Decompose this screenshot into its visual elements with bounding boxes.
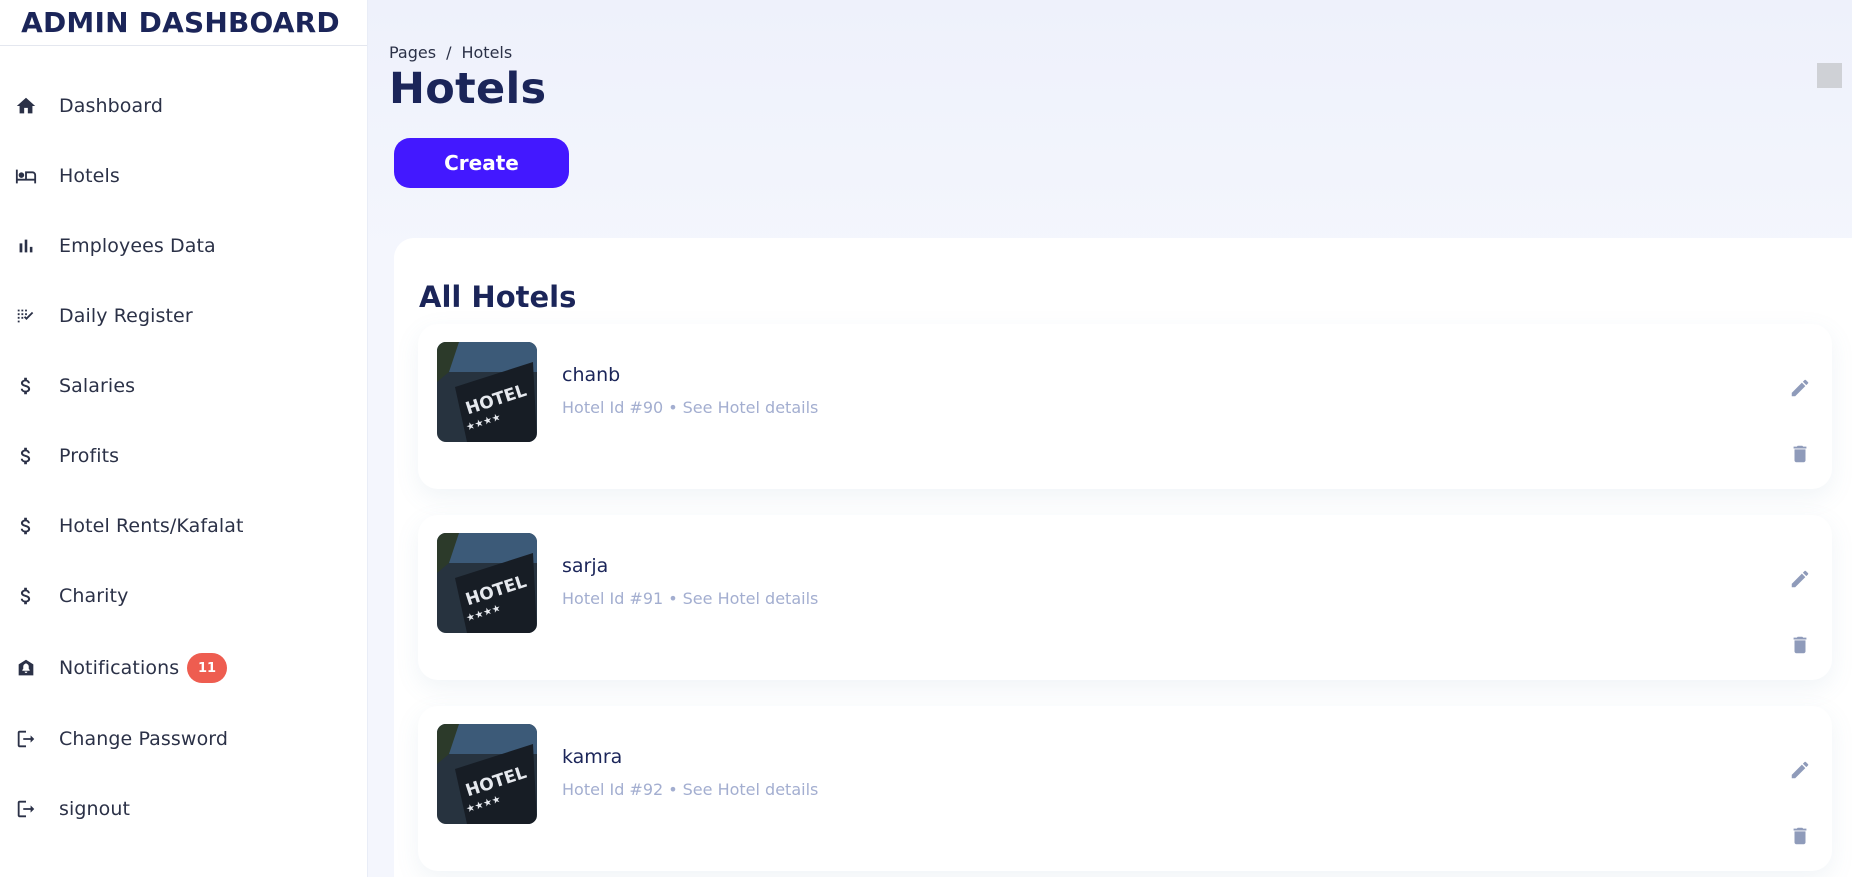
trash-icon — [1793, 636, 1807, 654]
bar-chart-icon — [14, 234, 38, 258]
home-icon — [14, 94, 38, 118]
hotel-id: Hotel Id #90 — [562, 398, 664, 417]
sidebar: ADMIN DASHBOARD Dashboard Hotels Employe… — [0, 0, 368, 877]
hotel-image: HOTEL ★★★★ — [437, 533, 537, 633]
see-hotel-details-link[interactable]: See Hotel details — [683, 398, 819, 417]
create-button[interactable]: Create — [394, 138, 569, 188]
sidebar-item-daily-register[interactable]: Daily Register — [0, 290, 368, 342]
trash-icon — [1793, 445, 1807, 463]
breadcrumb-pages-link[interactable]: Pages — [389, 43, 436, 62]
sidebar-item-signout[interactable]: signout — [0, 783, 368, 835]
breadcrumb: Pages / Hotels — [389, 43, 512, 62]
sidebar-item-change-password[interactable]: Change Password — [0, 713, 368, 765]
meta-separator: • — [668, 589, 678, 608]
hotel-id: Hotel Id #91 — [562, 589, 664, 608]
all-hotels-panel: All Hotels HOTEL ★★★★ chanb Hotel Id #90 — [394, 238, 1852, 877]
delete-button[interactable] — [1786, 440, 1814, 468]
dollar-icon — [14, 584, 38, 608]
meta-separator: • — [668, 780, 678, 799]
sidebar-item-label: Profits — [59, 445, 120, 467]
breadcrumb-current: Hotels — [461, 43, 513, 62]
sidebar-item-label: Change Password — [59, 728, 229, 750]
sidebar-item-hotel-rents[interactable]: Hotel Rents/Kafalat — [0, 500, 368, 552]
page-title: Hotels — [389, 64, 547, 114]
logout-icon — [14, 727, 38, 751]
hotel-meta: Hotel Id #91 • See Hotel details — [562, 589, 818, 608]
hotel-id: Hotel Id #92 — [562, 780, 664, 799]
pencil-icon — [1791, 761, 1809, 779]
notification-count-badge: 11 — [187, 653, 227, 683]
edit-button[interactable] — [1786, 565, 1814, 593]
hotel-meta: Hotel Id #90 • See Hotel details — [562, 398, 818, 417]
sidebar-item-label: Hotel Rents/Kafalat — [59, 515, 244, 537]
sidebar-item-label: Employees Data — [59, 235, 216, 257]
hotel-meta: Hotel Id #92 • See Hotel details — [562, 780, 818, 799]
trash-icon — [1793, 827, 1807, 845]
sidebar-item-label: signout — [59, 798, 131, 820]
checklist-icon — [14, 304, 38, 328]
sidebar-item-employees-data[interactable]: Employees Data — [0, 220, 368, 272]
bed-icon — [14, 164, 38, 188]
delete-button[interactable] — [1786, 631, 1814, 659]
sidebar-item-dashboard[interactable]: Dashboard — [0, 80, 368, 132]
hotel-image: HOTEL ★★★★ — [437, 724, 537, 824]
app-root: ADMIN DASHBOARD Dashboard Hotels Employe… — [0, 0, 1852, 877]
hotel-image: HOTEL ★★★★ — [437, 342, 537, 442]
hotel-name: kamra — [562, 746, 623, 768]
panel-title: All Hotels — [419, 280, 577, 314]
avatar[interactable] — [1817, 63, 1842, 88]
bell-icon — [14, 656, 38, 680]
see-hotel-details-link[interactable]: See Hotel details — [683, 780, 819, 799]
brand-title: ADMIN DASHBOARD — [0, 0, 367, 46]
pencil-icon — [1791, 379, 1809, 397]
meta-separator: • — [668, 398, 678, 417]
edit-button[interactable] — [1786, 374, 1814, 402]
sidebar-item-charity[interactable]: Charity — [0, 570, 368, 622]
dollar-icon — [14, 444, 38, 468]
sidebar-item-label: Dashboard — [59, 95, 163, 117]
hotel-card: HOTEL ★★★★ chanb Hotel Id #90 • See Hote… — [418, 324, 1832, 489]
pencil-icon — [1791, 570, 1809, 588]
main-content: Pages / Hotels Hotels Create All Hotels … — [368, 0, 1852, 877]
breadcrumb-separator: / — [446, 43, 452, 62]
edit-button[interactable] — [1786, 756, 1814, 784]
sidebar-item-label: Notifications — [59, 657, 180, 679]
hotel-card: HOTEL ★★★★ sarja Hotel Id #91 • See Hote… — [418, 515, 1832, 680]
sidebar-item-salaries[interactable]: Salaries — [0, 360, 368, 412]
sidebar-item-profits[interactable]: Profits — [0, 430, 368, 482]
sidebar-item-notifications[interactable]: Notifications 11 — [0, 642, 368, 694]
sidebar-item-label: Salaries — [59, 375, 136, 397]
hotel-name: sarja — [562, 555, 609, 577]
delete-button[interactable] — [1786, 822, 1814, 850]
sidebar-item-label: Hotels — [59, 165, 120, 187]
hotel-card: HOTEL ★★★★ kamra Hotel Id #92 • See Hote… — [418, 706, 1832, 871]
sidebar-item-hotels[interactable]: Hotels — [0, 150, 368, 202]
sidebar-item-label: Daily Register — [59, 305, 193, 327]
see-hotel-details-link[interactable]: See Hotel details — [683, 589, 819, 608]
hotel-name: chanb — [562, 364, 621, 386]
dollar-icon — [14, 374, 38, 398]
dollar-icon — [14, 514, 38, 538]
logout-icon — [14, 797, 38, 821]
sidebar-item-label: Charity — [59, 585, 129, 607]
